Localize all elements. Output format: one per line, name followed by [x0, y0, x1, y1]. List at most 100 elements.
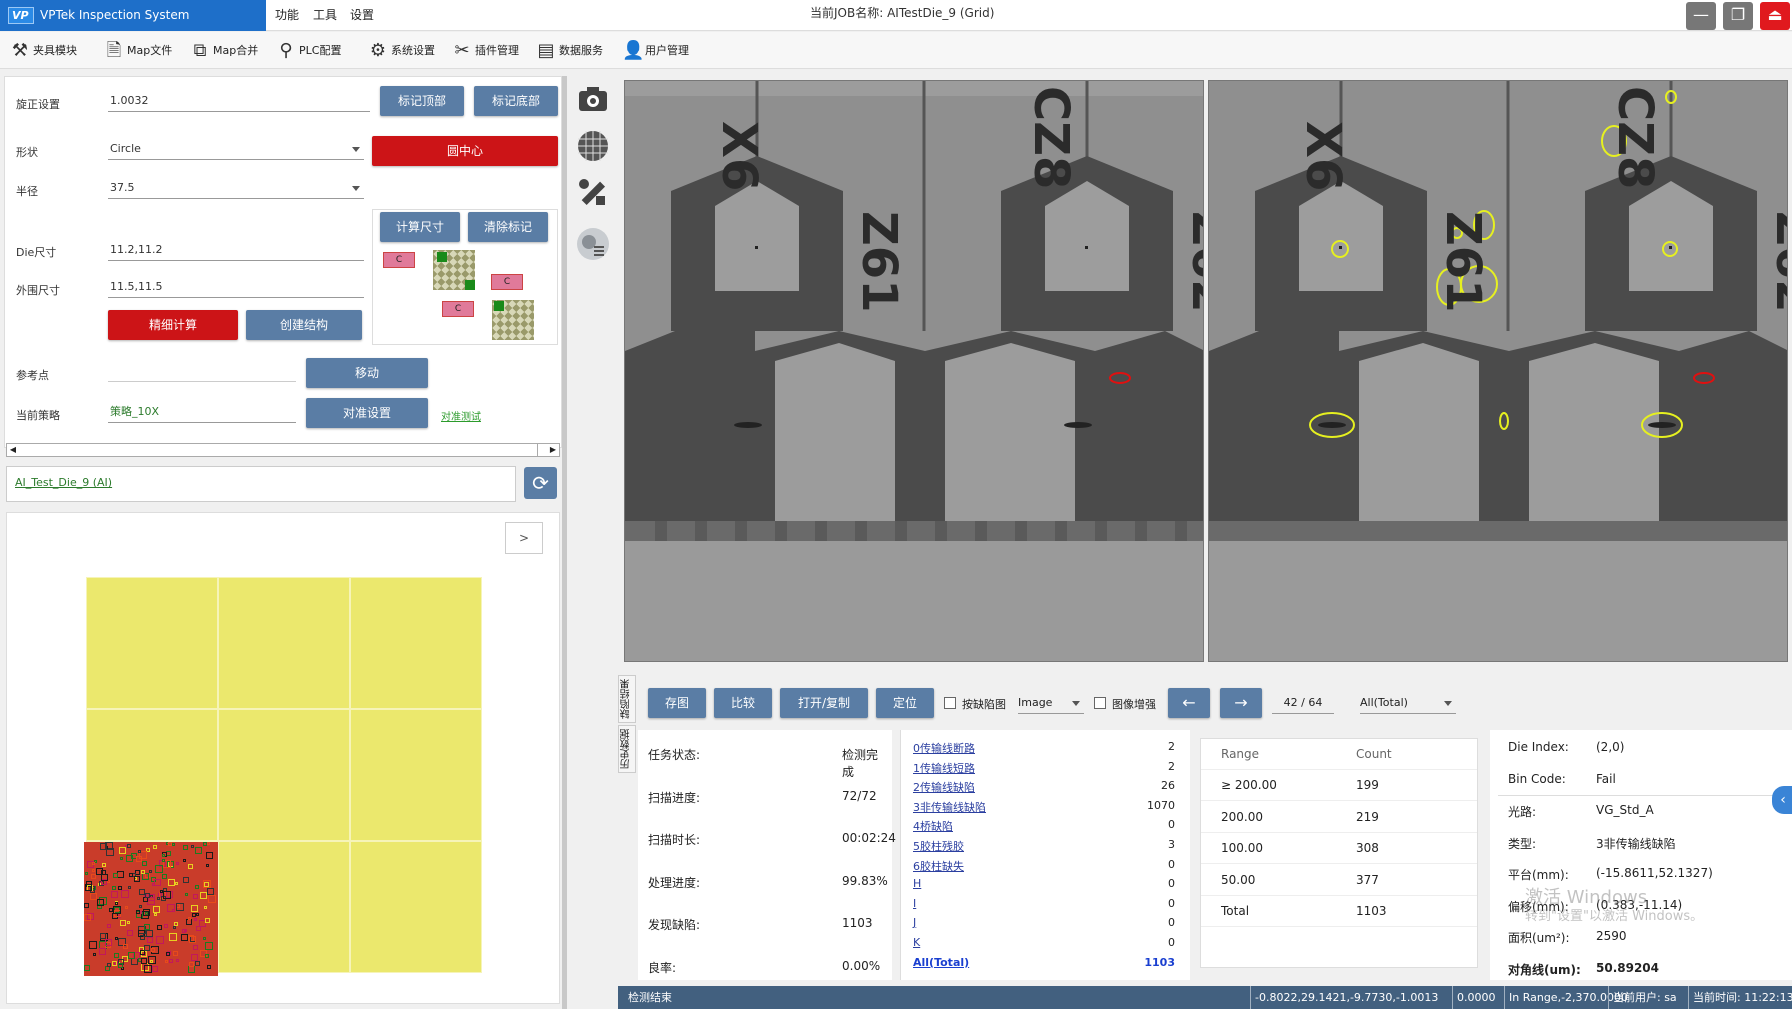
defect-type-row[interactable]: 1传输线短路 2 — [913, 760, 1183, 778]
defect-type-row[interactable]: 5胶柱残胶 3 — [913, 838, 1183, 856]
compare-button[interactable]: 比较 — [714, 688, 772, 718]
defect-type-link[interactable]: K — [913, 936, 920, 949]
maximize-button[interactable]: ❐ — [1723, 2, 1753, 30]
radius-select[interactable]: 37.5 — [108, 177, 364, 199]
defect-type-row[interactable]: 2传输线缺陷 26 — [913, 779, 1183, 797]
shape-select[interactable]: Circle — [108, 138, 364, 160]
toolbar-fixture[interactable]: ⚒ 夹具模块 — [10, 38, 77, 64]
die-cell[interactable] — [350, 841, 482, 973]
defect-type-row[interactable]: I0 — [913, 897, 1183, 915]
map-next-button[interactable]: > — [505, 522, 543, 554]
panel-splitter[interactable] — [562, 76, 567, 1009]
mark-bottom-button[interactable]: 标记底部 — [474, 86, 558, 116]
calc-size-button[interactable]: 计算尺寸 — [380, 212, 460, 242]
die-cell[interactable] — [350, 709, 482, 841]
toolbar-users[interactable]: 👤用户管理 — [622, 38, 689, 64]
defect-type-link[interactable]: J — [913, 916, 916, 929]
camera-icon[interactable] — [574, 80, 612, 118]
toolbar-data[interactable]: ▤ 数据服务 — [536, 38, 603, 64]
defect-type-link[interactable]: 3非传输线缺陷 — [913, 801, 986, 814]
toolbar-system[interactable]: ⚙ 系统设置 — [368, 38, 435, 64]
defect-type-link[interactable]: 4桥缺陷 — [913, 820, 953, 833]
die-cell[interactable] — [218, 577, 350, 709]
radius-label: 半径 — [16, 185, 38, 198]
info-row: Die Index: (2,0) — [1508, 740, 1788, 754]
open-copy-button[interactable]: 打开/复制 — [780, 688, 868, 718]
reference-image[interactable]: X6 CZ8 Z61 Z62 — [624, 80, 1204, 662]
defect-type-link[interactable]: H — [913, 877, 921, 890]
toolbar-mapmerge[interactable]: ⧉ Map合并 — [190, 38, 259, 64]
defect-mark — [145, 893, 150, 898]
defect-die[interactable] — [84, 842, 218, 976]
defect-type-row[interactable]: H0 — [913, 877, 1183, 895]
collapse-panel-icon[interactable]: ‹ — [1772, 786, 1792, 814]
defect-image-checkbox[interactable] — [944, 697, 956, 709]
ref-point-input[interactable] — [108, 360, 296, 382]
image-enhance-checkbox[interactable] — [1094, 697, 1106, 709]
defect-type-link[interactable]: 0传输线断路 — [913, 742, 975, 755]
create-struct-button[interactable]: 创建结构 — [246, 310, 362, 340]
defect-type-row[interactable]: J0 — [913, 916, 1183, 934]
rotate-input[interactable]: 1.0032 — [108, 90, 370, 112]
align-settings-button[interactable]: 对准设置 — [306, 398, 428, 428]
clear-mark-button[interactable]: 清除标记 — [468, 212, 548, 242]
defect-mark — [188, 864, 193, 869]
defect-type-row[interactable]: 6胶柱缺失 0 — [913, 858, 1183, 876]
die-size-input[interactable]: 11.2,11.2 — [108, 239, 364, 261]
outer-size-input[interactable]: 11.5,11.5 — [108, 276, 364, 298]
circle-center-button[interactable]: 圆中心 — [372, 136, 558, 166]
defect-mark — [205, 954, 209, 958]
page-indicator[interactable]: 42 / 64 — [1272, 692, 1334, 714]
defect-type-link[interactable]: All(Total) — [913, 956, 969, 969]
defect-type-link[interactable]: 6胶柱缺失 — [913, 860, 964, 873]
save-image-button[interactable]: 存图 — [648, 688, 706, 718]
settings-list-icon[interactable] — [574, 225, 612, 263]
defect-mark — [193, 945, 198, 950]
next-button[interactable]: → — [1220, 688, 1262, 718]
recipe-link[interactable]: AI_Test_Die_9 (AI) — [15, 476, 112, 489]
menu-tools[interactable]: 工具 — [313, 0, 337, 31]
die-mark — [437, 252, 447, 262]
defect-type-row[interactable]: K0 — [913, 936, 1183, 954]
locate-button[interactable]: 定位 — [876, 688, 934, 718]
defect-type-link[interactable]: 2传输线缺陷 — [913, 781, 975, 794]
defect-type-row[interactable]: All(Total) 1103 — [913, 956, 1183, 974]
die-cell[interactable] — [350, 577, 482, 709]
defect-type-row[interactable]: 4桥缺陷 0 — [913, 818, 1183, 836]
tab-defect-results[interactable]: 缺陷结果 — [618, 675, 636, 723]
defect-type-link[interactable]: 5胶柱残胶 — [913, 840, 964, 853]
toolbar-plc[interactable]: ⚲ PLC配置 — [276, 38, 341, 64]
defect-type-row[interactable]: 0传输线断路 2 — [913, 740, 1183, 758]
toolbar-mapfile[interactable]: 🗎 Map文件 — [104, 38, 172, 64]
die-cell[interactable] — [218, 841, 350, 973]
defect-mark — [175, 882, 178, 885]
strategy-field[interactable]: 策略_10X — [108, 401, 296, 423]
align-test-link[interactable]: 对准测试 — [441, 408, 481, 423]
defect-type-row[interactable]: 3非传输线缺陷 1070 — [913, 799, 1183, 817]
menu-function[interactable]: 功能 — [275, 0, 299, 31]
toolbar-plugins[interactable]: ✂ 插件管理 — [452, 38, 519, 64]
tab-history[interactable]: 历史数据 — [618, 725, 636, 773]
fine-calc-button[interactable]: 精细计算 — [108, 310, 238, 340]
exit-button[interactable]: ⏏ — [1760, 2, 1790, 30]
image-select[interactable]: Image — [1018, 692, 1084, 714]
tools-icon[interactable] — [574, 174, 612, 212]
prev-button[interactable]: ← — [1168, 688, 1210, 718]
defect-type-link[interactable]: 1传输线短路 — [913, 762, 975, 775]
die-cell[interactable] — [86, 709, 218, 841]
minimize-button[interactable]: — — [1686, 2, 1716, 30]
die-cell[interactable] — [218, 709, 350, 841]
defect-type-link[interactable]: I — [913, 897, 916, 910]
scroll-right-icon[interactable]: ▶ — [547, 444, 559, 456]
scroll-left-icon[interactable]: ◀ — [7, 444, 19, 456]
die-cell[interactable] — [86, 577, 218, 709]
job-name-label: 当前JOB名称: AITestDie_9 (Grid) — [810, 4, 994, 21]
mark-top-button[interactable]: 标记顶部 — [380, 86, 464, 116]
inspection-image[interactable]: X6 CZ8 Z61 Z62 — [1208, 80, 1788, 662]
move-button[interactable]: 移动 — [306, 358, 428, 388]
refresh-icon[interactable]: ⟳ — [524, 467, 557, 499]
menu-settings[interactable]: 设置 — [350, 0, 374, 31]
filter-select[interactable]: All(Total) — [1360, 692, 1456, 714]
grid-sphere-icon[interactable] — [574, 127, 612, 165]
horizontal-scrollbar[interactable]: ◀ ▶ — [6, 443, 560, 457]
